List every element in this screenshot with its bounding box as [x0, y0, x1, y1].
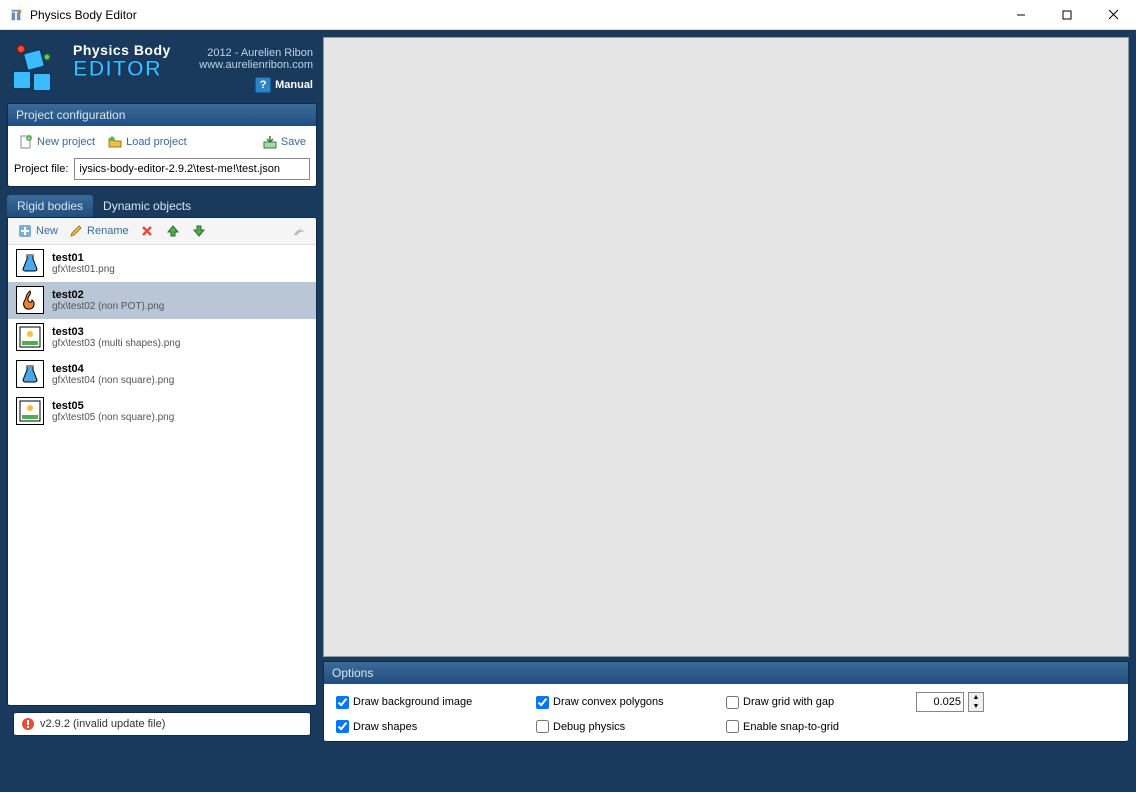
new-body-label: New	[36, 225, 58, 237]
wrench-icon	[291, 223, 307, 239]
bodies-list[interactable]: test01gfx\test01.pngtest02gfx\test02 (no…	[8, 245, 316, 705]
new-body-button[interactable]: New	[14, 221, 61, 241]
save-button[interactable]: Save	[258, 132, 310, 152]
spinner-down-icon[interactable]: ▼	[969, 702, 983, 711]
body-thumbnail	[16, 323, 44, 351]
project-file-input[interactable]	[74, 158, 310, 180]
grid-gap-input[interactable]	[916, 692, 964, 712]
manual-label: Manual	[275, 79, 313, 91]
body-item[interactable]: test03gfx\test03 (multi shapes).png	[8, 319, 316, 356]
options-panel: Options Draw background image Draw conve…	[323, 661, 1129, 742]
delete-icon	[139, 223, 155, 239]
draw-shapes-checkbox[interactable]: Draw shapes	[336, 720, 516, 733]
close-button[interactable]	[1090, 0, 1136, 30]
delete-body-button[interactable]	[136, 221, 158, 241]
move-up-button[interactable]	[162, 221, 184, 241]
meta-author: 2012 - Aurelien Ribon	[199, 47, 313, 59]
manual-button[interactable]: ? Manual	[255, 77, 313, 93]
window-titlebar: Physics Body Editor	[0, 0, 1136, 30]
load-project-label: Load project	[126, 136, 187, 148]
tab-rigid-bodies[interactable]: Rigid bodies	[7, 195, 93, 217]
options-header: Options	[324, 662, 1128, 684]
move-down-button[interactable]	[188, 221, 210, 241]
body-name: test04	[52, 363, 174, 375]
body-path: gfx\test05 (non square).png	[52, 412, 174, 423]
settings-button[interactable]	[288, 221, 310, 241]
body-thumbnail	[16, 397, 44, 425]
logo-icon	[11, 43, 67, 93]
save-label: Save	[281, 136, 306, 148]
debug-physics-checkbox[interactable]: Debug physics	[536, 720, 706, 733]
spinner-up-icon[interactable]: ▲	[969, 693, 983, 702]
body-name: test01	[52, 252, 115, 264]
grid-gap-spinner[interactable]: ▲▼	[968, 692, 984, 712]
rename-body-label: Rename	[87, 225, 129, 237]
canvas[interactable]	[323, 37, 1129, 657]
body-path: gfx\test03 (multi shapes).png	[52, 338, 180, 349]
meta-url: www.aurelienribon.com	[199, 59, 313, 71]
pencil-icon	[68, 223, 84, 239]
arrow-up-icon	[165, 223, 181, 239]
body-name: test05	[52, 400, 174, 412]
status-bar: v2.9.2 (invalid update file)	[13, 712, 311, 736]
new-project-button[interactable]: + New project	[14, 132, 99, 152]
arrow-down-icon	[191, 223, 207, 239]
body-path: gfx\test04 (non square).png	[52, 375, 174, 386]
body-thumbnail	[16, 249, 44, 277]
tab-dynamic-objects[interactable]: Dynamic objects	[93, 195, 201, 217]
body-tabs: Rigid bodies Dynamic objects	[7, 195, 317, 217]
body-path: gfx\test02 (non POT).png	[52, 301, 164, 312]
body-item[interactable]: test04gfx\test04 (non square).png	[8, 356, 316, 393]
maximize-button[interactable]	[1044, 0, 1090, 30]
svg-text:+: +	[28, 136, 31, 142]
draw-convex-checkbox[interactable]: Draw convex polygons	[536, 696, 706, 709]
new-project-label: New project	[37, 136, 95, 148]
project-file-label: Project file:	[14, 163, 68, 175]
load-project-button[interactable]: Load project	[103, 132, 191, 152]
plus-icon	[17, 223, 33, 239]
minimize-button[interactable]	[998, 0, 1044, 30]
body-thumbnail	[16, 286, 44, 314]
save-icon	[262, 134, 278, 150]
body-thumbnail	[16, 360, 44, 388]
project-config-header: Project configuration	[8, 104, 316, 126]
bodies-panel: New Rename	[7, 217, 317, 706]
help-icon: ?	[255, 77, 271, 93]
body-path: gfx\test01.png	[52, 264, 115, 275]
new-file-icon: +	[18, 134, 34, 150]
folder-open-icon	[107, 134, 123, 150]
error-icon	[20, 716, 36, 732]
app-icon	[8, 7, 24, 23]
body-item[interactable]: test02gfx\test02 (non POT).png	[8, 282, 316, 319]
logo-title-1: Physics Body	[73, 43, 171, 57]
body-name: test02	[52, 289, 164, 301]
snap-grid-checkbox[interactable]: Enable snap-to-grid	[726, 720, 896, 733]
project-config-panel: Project configuration + New project Load…	[7, 103, 317, 187]
draw-bg-checkbox[interactable]: Draw background image	[336, 696, 516, 709]
body-item[interactable]: test01gfx\test01.png	[8, 245, 316, 282]
status-text: v2.9.2 (invalid update file)	[40, 718, 165, 730]
logo-title-2: EDITOR	[73, 57, 171, 81]
draw-grid-checkbox[interactable]: Draw grid with gap	[726, 696, 896, 709]
body-item[interactable]: test05gfx\test05 (non square).png	[8, 393, 316, 430]
logo-block: Physics Body EDITOR 2012 - Aurelien Ribo…	[7, 37, 317, 103]
rename-body-button[interactable]: Rename	[65, 221, 132, 241]
body-name: test03	[52, 326, 180, 338]
window-title: Physics Body Editor	[30, 8, 137, 22]
